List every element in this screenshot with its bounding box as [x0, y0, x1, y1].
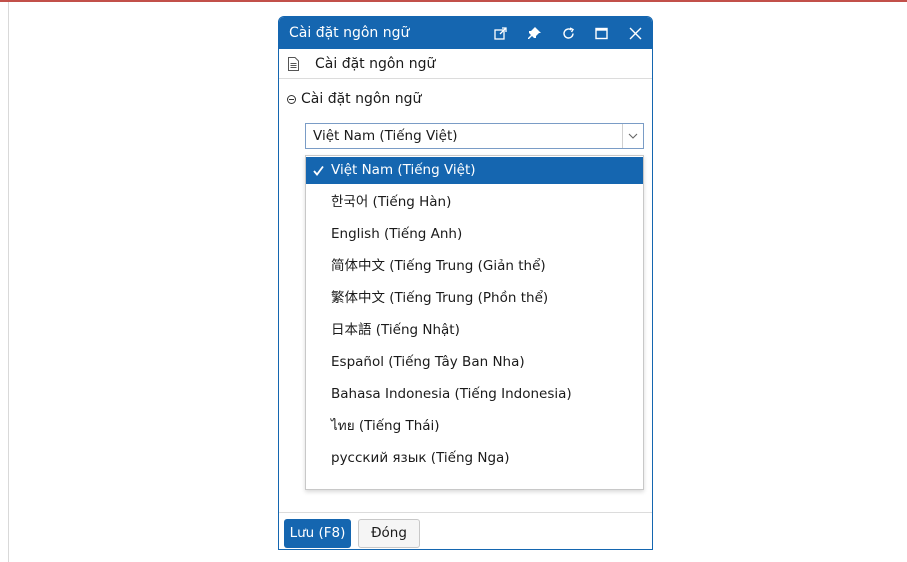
dialog-footer: Lưu (F8) Đóng [279, 512, 652, 549]
chevron-down-icon[interactable] [622, 124, 643, 148]
section-header[interactable]: Cài đặt ngôn ngữ [287, 91, 421, 107]
close-icon[interactable] [620, 17, 650, 49]
refresh-icon[interactable] [553, 17, 583, 49]
section-title: Cài đặt ngôn ngữ [301, 91, 422, 107]
language-option-thai[interactable]: ไทย (Tiếng Thái) [306, 413, 643, 440]
language-dropdown-list: Việt Nam (Tiếng Việt) 한국어 (Tiếng Hàn) En… [305, 155, 644, 490]
language-select-value: Việt Nam (Tiếng Việt) [313, 128, 458, 144]
language-option-russian[interactable]: русский язык (Tiếng Nga) [306, 445, 643, 472]
language-option-korean[interactable]: 한국어 (Tiếng Hàn) [306, 189, 643, 216]
top-border-line [0, 0, 907, 2]
language-settings-dialog: Cài đặt ngôn ngữ Cài đặt ngôn ngữ Cài đặ… [278, 16, 653, 550]
language-option-english[interactable]: English (Tiếng Anh) [306, 221, 643, 248]
language-option-vietnamese[interactable]: Việt Nam (Tiếng Việt) [306, 157, 643, 184]
pin-icon[interactable] [519, 17, 549, 49]
maximize-icon[interactable] [586, 17, 616, 49]
language-option-japanese[interactable]: 日本語 (Tiếng Nhật) [306, 317, 643, 344]
collapse-icon[interactable] [287, 94, 296, 104]
dialog-titlebar[interactable]: Cài đặt ngôn ngữ [279, 17, 652, 49]
language-option-chinese-simplified[interactable]: 简体中文 (Tiếng Trung (Giản thể) [306, 253, 643, 280]
save-button[interactable]: Lưu (F8) [284, 519, 351, 548]
left-border-line [8, 2, 9, 562]
external-link-icon[interactable] [485, 17, 515, 49]
language-select[interactable]: Việt Nam (Tiếng Việt) [305, 123, 644, 149]
dialog-title: Cài đặt ngôn ngữ [289, 25, 410, 41]
close-button[interactable]: Đóng [358, 519, 420, 548]
breadcrumb-label: Cài đặt ngôn ngữ [315, 56, 436, 72]
language-option-chinese-traditional[interactable]: 繁体中文 (Tiếng Trung (Phồn thể) [306, 285, 643, 312]
breadcrumb: Cài đặt ngôn ngữ [279, 49, 652, 79]
language-option-spanish[interactable]: Español (Tiếng Tây Ban Nha) [306, 349, 643, 376]
language-option-indonesian[interactable]: Bahasa Indonesia (Tiếng Indonesia) [306, 381, 643, 408]
document-icon [288, 56, 299, 75]
